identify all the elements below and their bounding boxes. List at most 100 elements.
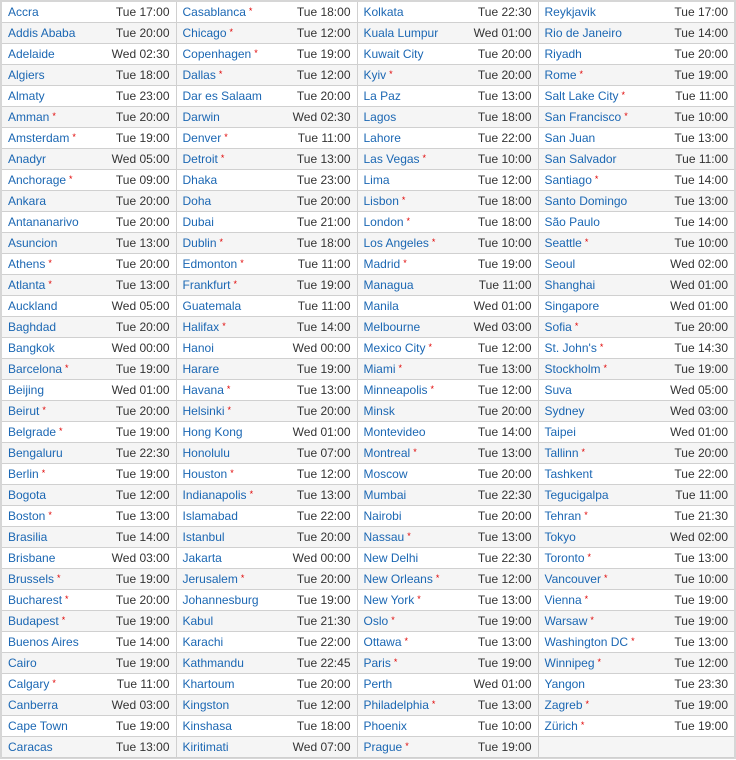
city-link[interactable]: Zagreb [545,698,583,712]
city-link[interactable]: Manila [364,299,399,313]
city-link[interactable]: Athens [8,257,45,271]
city-link[interactable]: Shanghai [545,278,596,292]
city-link[interactable]: Vienna [545,593,582,607]
city-link[interactable]: Kiritimati [183,740,229,754]
city-link[interactable]: Warsaw [545,614,588,628]
city-link[interactable]: Paris [364,656,391,670]
city-link[interactable]: La Paz [364,89,401,103]
city-link[interactable]: Santiago [545,173,592,187]
city-link[interactable]: Baghdad [8,320,56,334]
city-link[interactable]: Istanbul [183,530,225,544]
city-link[interactable]: Brussels [8,572,54,586]
city-link[interactable]: Oslo [364,614,389,628]
city-link[interactable]: Kuwait City [364,47,424,61]
city-link[interactable]: Canberra [8,698,58,712]
city-link[interactable]: Anchorage [8,173,66,187]
city-link[interactable]: Chicago [183,26,227,40]
city-link[interactable]: Caracas [8,740,53,754]
city-link[interactable]: Bengaluru [8,446,63,460]
city-link[interactable]: St. John's [545,341,597,355]
city-link[interactable]: Cairo [8,656,37,670]
city-link[interactable]: Rome [545,68,577,82]
city-link[interactable]: Tegucigalpa [545,488,609,502]
city-link[interactable]: Winnipeg [545,656,595,670]
city-link[interactable]: Asuncion [8,236,57,250]
city-link[interactable]: Frankfurt [183,278,231,292]
city-link[interactable]: Berlin [8,467,39,481]
city-link[interactable]: Suva [545,383,572,397]
city-link[interactable]: Accra [8,5,39,19]
city-link[interactable]: Islamabad [183,509,238,523]
city-link[interactable]: Amsterdam [8,131,69,145]
city-link[interactable]: Riyadh [545,47,582,61]
city-link[interactable]: Kuala Lumpur [364,26,439,40]
city-link[interactable]: São Paulo [545,215,600,229]
city-link[interactable]: Bucharest [8,593,62,607]
city-link[interactable]: Houston [183,467,228,481]
city-link[interactable]: Mumbai [364,488,407,502]
city-link[interactable]: Karachi [183,635,224,649]
city-link[interactable]: Almaty [8,89,45,103]
city-link[interactable]: Madrid [364,257,401,271]
city-link[interactable]: Lahore [364,131,401,145]
city-link[interactable]: Brisbane [8,551,55,565]
city-link[interactable]: Managua [364,278,414,292]
city-link[interactable]: Hanoi [183,341,214,355]
city-link[interactable]: Amman [8,110,49,124]
city-link[interactable]: San Juan [545,131,596,145]
city-link[interactable]: Bangkok [8,341,55,355]
city-link[interactable]: Antananarivo [8,215,79,229]
city-link[interactable]: Addis Ababa [8,26,75,40]
city-link[interactable]: Mexico City [364,341,426,355]
city-link[interactable]: Bogota [8,488,46,502]
city-link[interactable]: Belgrade [8,425,56,439]
city-link[interactable]: New Orleans [364,572,433,586]
city-link[interactable]: Edmonton [183,257,238,271]
city-link[interactable]: Lisbon [364,194,399,208]
city-link[interactable]: Dhaka [183,173,218,187]
city-link[interactable]: Montreal [364,446,411,460]
city-link[interactable]: Jerusalem [183,572,238,586]
city-link[interactable]: Jakarta [183,551,222,565]
city-link[interactable]: Kinshasa [183,719,232,733]
city-link[interactable]: Dallas [183,68,216,82]
city-link[interactable]: Sofia [545,320,572,334]
city-link[interactable]: Auckland [8,299,57,313]
city-link[interactable]: Hong Kong [183,425,243,439]
city-link[interactable]: Kolkata [364,5,404,19]
city-link[interactable]: Perth [364,677,393,691]
city-link[interactable]: Lima [364,173,390,187]
city-link[interactable]: Beijing [8,383,44,397]
city-link[interactable]: Halifax [183,320,220,334]
city-link[interactable]: Guatemala [183,299,242,313]
city-link[interactable]: Johannesburg [183,593,259,607]
city-link[interactable]: Stockholm [545,362,601,376]
city-link[interactable]: Reykjavik [545,5,596,19]
city-link[interactable]: Budapest [8,614,59,628]
city-link[interactable]: Helsinki [183,404,225,418]
city-link[interactable]: Melbourne [364,320,421,334]
city-link[interactable]: Minsk [364,404,395,418]
city-link[interactable]: Santo Domingo [545,194,628,208]
city-link[interactable]: Kabul [183,614,214,628]
city-link[interactable]: Havana [183,383,224,397]
city-link[interactable]: Kyiv [364,68,387,82]
city-link[interactable]: Yangon [545,677,585,691]
city-link[interactable]: Copenhagen [183,47,252,61]
city-link[interactable]: Nassau [364,530,405,544]
city-link[interactable]: Honolulu [183,446,230,460]
city-link[interactable]: Harare [183,362,220,376]
city-link[interactable]: Doha [183,194,212,208]
city-link[interactable]: Moscow [364,467,408,481]
city-link[interactable]: Kingston [183,698,230,712]
city-link[interactable]: Nairobi [364,509,402,523]
city-link[interactable]: San Salvador [545,152,617,166]
city-link[interactable]: Montevideo [364,425,426,439]
city-link[interactable]: Prague [364,740,403,754]
city-link[interactable]: Algiers [8,68,45,82]
city-link[interactable]: Seattle [545,236,582,250]
city-link[interactable]: Boston [8,509,45,523]
city-link[interactable]: Philadelphia [364,698,429,712]
city-link[interactable]: Las Vegas [364,152,420,166]
city-link[interactable]: Kathmandu [183,656,244,670]
